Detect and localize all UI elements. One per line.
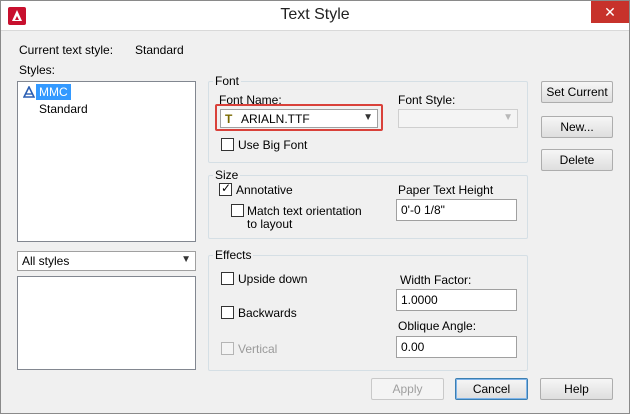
vertical-checkbox[interactable] bbox=[221, 342, 234, 355]
match-orientation-checkbox[interactable] bbox=[231, 204, 244, 217]
style-item-standard[interactable]: Standard bbox=[36, 101, 91, 117]
apply-button[interactable]: Apply bbox=[371, 378, 444, 400]
font-group-title: Font bbox=[213, 74, 242, 88]
chevron-down-icon: ▼ bbox=[503, 112, 513, 123]
font-style-dropdown[interactable]: ▼ bbox=[398, 109, 518, 128]
styles-list[interactable]: MMC Standard bbox=[17, 81, 196, 242]
preview-box bbox=[17, 276, 196, 370]
window-title: Text Style bbox=[280, 6, 350, 23]
font-style-label: Font Style: bbox=[398, 93, 456, 107]
help-button[interactable]: Help bbox=[540, 378, 613, 400]
upside-down-label: Upside down bbox=[238, 272, 308, 286]
backwards-label: Backwards bbox=[238, 306, 297, 320]
close-icon: ✕ bbox=[604, 4, 616, 20]
effects-group-title: Effects bbox=[213, 248, 254, 262]
delete-button[interactable]: Delete bbox=[541, 149, 613, 171]
use-big-font-checkbox[interactable] bbox=[221, 138, 234, 151]
width-factor-input[interactable]: 1.0000 bbox=[396, 289, 517, 311]
annotative-label: Annotative bbox=[236, 183, 293, 197]
styles-label: Styles: bbox=[19, 63, 56, 77]
width-factor-label: Width Factor: bbox=[400, 273, 472, 287]
chevron-down-icon: ▼ bbox=[363, 112, 373, 123]
set-current-button[interactable]: Set Current bbox=[541, 81, 613, 103]
style-item-mmc[interactable]: MMC bbox=[36, 84, 71, 100]
text-style-dialog: Text Style ✕ Current text style: Standar… bbox=[0, 0, 630, 414]
current-style-value: Standard bbox=[135, 43, 184, 57]
upside-down-checkbox[interactable] bbox=[221, 272, 234, 285]
annotative-checkbox[interactable] bbox=[219, 181, 232, 196]
current-style-label: Current text style: bbox=[19, 43, 114, 57]
oblique-angle-input[interactable]: 0.00 bbox=[396, 336, 517, 358]
vertical-label: Vertical bbox=[238, 342, 278, 356]
paper-text-height-label: Paper Text Height bbox=[398, 183, 494, 197]
cancel-button[interactable]: Cancel bbox=[455, 378, 528, 400]
use-big-font-label: Use Big Font bbox=[238, 138, 308, 152]
new-button[interactable]: New... bbox=[541, 116, 613, 138]
chevron-down-icon: ▼ bbox=[181, 254, 191, 265]
oblique-angle-label: Oblique Angle: bbox=[398, 319, 477, 333]
title-bar[interactable]: Text Style ✕ bbox=[1, 1, 629, 31]
match-orientation-label-line2: to layout bbox=[247, 217, 293, 231]
truetype-font-icon: T bbox=[225, 112, 233, 126]
annotative-icon bbox=[23, 86, 35, 98]
paper-text-height-input[interactable]: 0'-0 1/8" bbox=[396, 199, 517, 221]
close-button[interactable]: ✕ bbox=[591, 1, 629, 23]
styles-filter-dropdown[interactable]: All styles ▼ bbox=[17, 251, 196, 271]
size-group-title: Size bbox=[213, 168, 241, 182]
font-name-dropdown[interactable]: T ARIALN.TTF ▼ bbox=[220, 109, 378, 128]
match-orientation-label-line1: Match text orientation bbox=[247, 204, 362, 218]
backwards-checkbox[interactable] bbox=[221, 306, 234, 319]
styles-filter-value: All styles bbox=[22, 254, 70, 268]
font-name-value: ARIALN.TTF bbox=[241, 112, 310, 126]
